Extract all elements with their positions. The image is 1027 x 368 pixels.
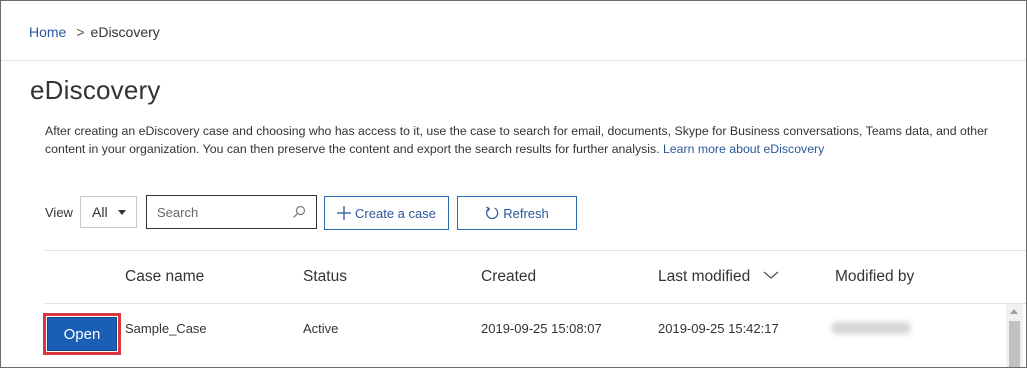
case-name-cell: Sample_Case [125,321,207,336]
breadcrumb-separator: > [76,24,85,40]
last-modified-cell: 2019-09-25 15:42:17 [658,321,779,336]
column-header-status[interactable]: Status [303,268,347,286]
app-window: Home > eDiscovery eDiscovery After creatin… [0,0,1027,368]
status-cell: Active [303,321,339,336]
create-case-label: Create a case [355,205,436,221]
page-title: eDiscovery [30,75,161,105]
column-header-created[interactable]: Created [481,268,536,286]
refresh-label: Refresh [503,205,549,221]
plus-icon [337,206,352,220]
scrollbar-thumb[interactable] [1009,321,1020,367]
breadcrumb: Home > eDiscovery [29,24,160,40]
sort-descending-icon[interactable] [762,268,780,286]
created-cell: 2019-09-25 15:08:07 [481,321,602,336]
search-box [146,195,317,229]
refresh-button[interactable]: Refresh [457,196,577,230]
breadcrumb-current: eDiscovery [90,24,160,40]
column-header-last-modified[interactable]: Last modified [658,268,750,286]
table-divider-top [45,250,1026,251]
view-dropdown-value: All [92,204,108,220]
column-header-modified-by[interactable]: Modified by [835,268,914,286]
page-description: After creating an eDiscovery case and ch… [45,122,1025,158]
modified-by-cell-redacted [831,322,911,334]
search-input[interactable] [155,203,289,221]
search-icon[interactable] [292,205,306,224]
refresh-icon [485,206,499,220]
header-divider [1,60,1026,61]
view-label: View [45,205,73,220]
description-text: After creating an eDiscovery case and ch… [45,124,989,156]
view-dropdown[interactable]: All [80,196,137,228]
chevron-down-icon [118,210,126,215]
column-header-case-name[interactable]: Case name [125,268,204,286]
scroll-up-arrow-icon[interactable] [1010,309,1018,314]
learn-more-link[interactable]: Learn more about eDiscovery [663,142,824,156]
create-case-button[interactable]: Create a case [324,196,449,230]
highlight-box [43,313,121,355]
table-header-divider [45,303,1026,304]
breadcrumb-home-link[interactable]: Home [29,24,66,40]
